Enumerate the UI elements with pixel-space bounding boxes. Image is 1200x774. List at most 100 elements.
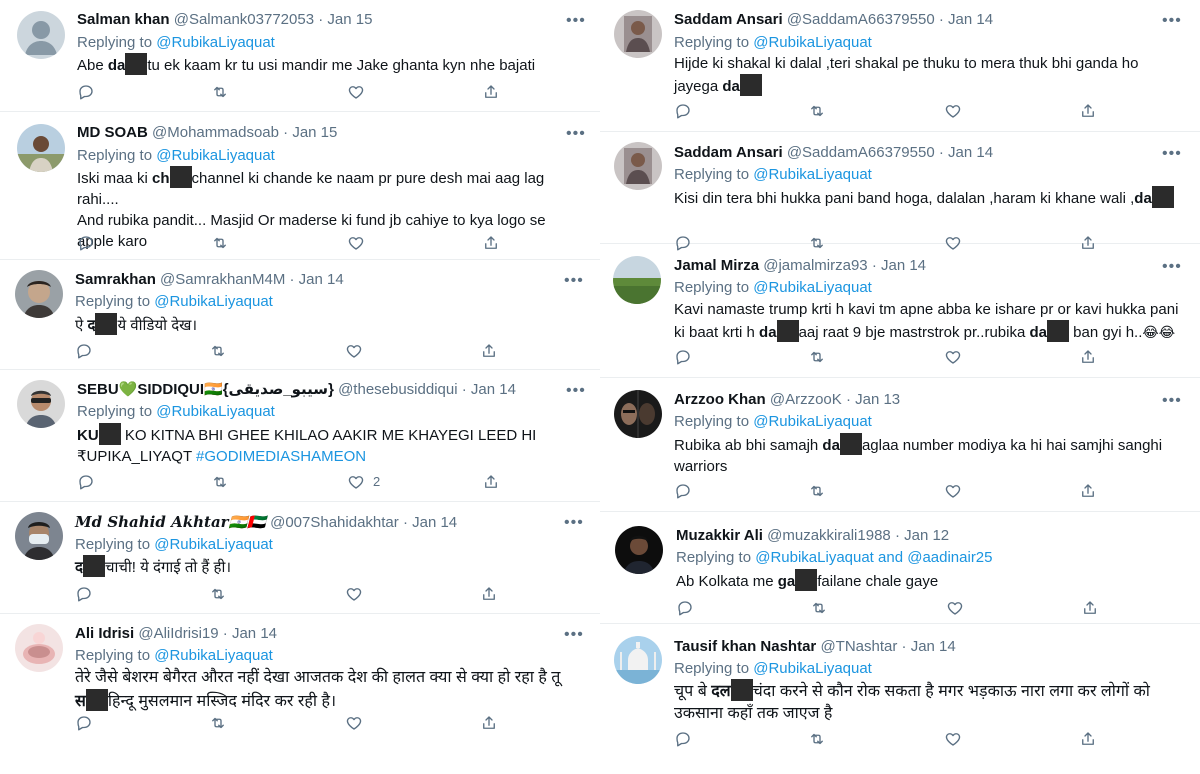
more-icon[interactable]: •••	[1162, 259, 1182, 275]
user-handle[interactable]: @jamalmirza93	[763, 257, 867, 274]
user-handle[interactable]: @thesebusiddiqui	[338, 381, 457, 398]
share-icon[interactable]	[480, 714, 500, 734]
more-icon[interactable]: •••	[564, 273, 584, 289]
mention-link[interactable]: @RubikaLiyaquat	[156, 403, 275, 420]
reply-icon[interactable]	[674, 730, 694, 750]
tweet-date[interactable]: Jan 13	[855, 391, 900, 408]
more-icon[interactable]: •••	[1162, 393, 1182, 409]
share-icon[interactable]	[1079, 730, 1099, 750]
user-handle[interactable]: @muzakkirali1988	[767, 527, 891, 544]
user-handle[interactable]: @Mohammadsoab	[152, 124, 279, 141]
more-icon[interactable]: •••	[1162, 13, 1182, 29]
like-icon[interactable]	[345, 342, 365, 362]
avatar[interactable]	[613, 256, 661, 304]
tweet-date[interactable]: Jan 14	[881, 257, 926, 274]
tweet-date[interactable]: Jan 15	[292, 124, 337, 141]
tweet-date[interactable]: Jan 15	[327, 11, 372, 28]
like-icon[interactable]	[347, 234, 367, 254]
display-name[interactable]: Muzakkir Ali	[676, 527, 763, 544]
more-icon[interactable]: •••	[566, 383, 586, 399]
tweet-date[interactable]: Jan 12	[904, 527, 949, 544]
more-icon[interactable]: •••	[566, 126, 586, 142]
like-icon[interactable]	[944, 482, 964, 502]
share-icon[interactable]	[480, 585, 500, 605]
mention-link[interactable]: @RubikaLiyaquat	[156, 147, 275, 164]
user-handle[interactable]: @007Shahidakhtar	[270, 514, 399, 531]
retweet-icon[interactable]	[209, 342, 229, 362]
retweet-icon[interactable]	[211, 83, 231, 103]
reply-icon[interactable]	[674, 102, 694, 122]
reply-icon[interactable]	[77, 473, 97, 493]
tweet[interactable]: Jamal Mirza @jamalmirza93 · Jan 14 ••• R…	[600, 244, 1200, 378]
tweet[interactable]: Arzzoo Khan @ArzzooK · Jan 13 ••• Replyi…	[600, 378, 1200, 512]
avatar[interactable]	[614, 142, 662, 190]
retweet-icon[interactable]	[209, 714, 229, 734]
share-icon[interactable]	[482, 234, 502, 254]
tweet-date[interactable]: Jan 14	[948, 11, 993, 28]
display-name[interactable]: Salman khan	[77, 11, 170, 28]
user-handle[interactable]: @SaddamA66379550	[787, 11, 935, 28]
mention-link[interactable]: @RubikaLiyaquat	[154, 647, 273, 664]
share-icon[interactable]	[1079, 482, 1099, 502]
more-icon[interactable]: •••	[564, 515, 584, 531]
tweet-date[interactable]: Jan 14	[471, 381, 516, 398]
avatar[interactable]	[17, 380, 65, 428]
reply-icon[interactable]	[77, 83, 97, 103]
like-icon[interactable]	[944, 102, 964, 122]
share-icon[interactable]	[480, 342, 500, 362]
avatar[interactable]	[614, 390, 662, 438]
tweet[interactable]: Samrakhan @SamrakhanM4M · Jan 14 ••• Rep…	[0, 260, 600, 370]
reply-icon[interactable]	[75, 585, 95, 605]
retweet-icon[interactable]	[211, 473, 231, 493]
display-name[interactable]: Arzzoo Khan	[674, 391, 766, 408]
mention-link[interactable]: @RubikaLiyaquat	[753, 413, 872, 430]
like-icon[interactable]	[944, 348, 964, 368]
retweet-icon[interactable]	[808, 730, 828, 750]
avatar[interactable]	[15, 512, 63, 560]
avatar[interactable]	[615, 526, 663, 574]
retweet-icon[interactable]	[808, 102, 828, 122]
mention-link[interactable]: @RubikaLiyaquat	[156, 34, 275, 51]
more-icon[interactable]: •••	[1162, 146, 1182, 162]
share-icon[interactable]	[482, 83, 502, 103]
user-handle[interactable]: @TNashtar	[820, 638, 897, 655]
like-icon[interactable]: 2	[347, 473, 380, 493]
share-icon[interactable]	[1079, 348, 1099, 368]
like-icon[interactable]	[347, 83, 367, 103]
reply-icon[interactable]	[674, 348, 694, 368]
mention-link[interactable]: @RubikaLiyaquat	[753, 660, 872, 677]
tweet[interactable]: Saddam Ansari @SaddamA66379550 · Jan 14 …	[600, 132, 1200, 251]
avatar[interactable]	[614, 636, 662, 684]
hashtag-link[interactable]: #GODIMEDIASHAMEON	[196, 448, 366, 465]
share-icon[interactable]	[1081, 599, 1101, 619]
mention-link[interactable]: @RubikaLiyaquat	[753, 34, 872, 51]
display-name[interactable]: Saddam Ansari	[674, 11, 783, 28]
reply-icon[interactable]	[75, 342, 95, 362]
display-name[interactable]: SEBU💚SIDDIQUI🇮🇳{سیبو_صدیقی}	[77, 381, 334, 398]
like-icon[interactable]	[946, 599, 966, 619]
display-name[interactable]: Saddam Ansari	[674, 144, 783, 161]
avatar[interactable]	[614, 10, 662, 58]
mention-link[interactable]: @RubikaLiyaquat	[154, 536, 273, 553]
tweet[interactable]: SEBU💚SIDDIQUI🇮🇳{سیبو_صدیقی} @thesebusidd…	[0, 370, 600, 502]
mention-link[interactable]: @RubikaLiyaquat	[753, 279, 872, 296]
display-name[interactable]: MD SOAB	[77, 124, 148, 141]
mention-link[interactable]: @RubikaLiyaquat	[753, 166, 872, 183]
like-icon[interactable]	[345, 714, 365, 734]
avatar[interactable]	[15, 270, 63, 318]
display-name[interactable]: Tausif khan Nashtar	[674, 638, 816, 655]
more-icon[interactable]: •••	[564, 627, 584, 643]
retweet-icon[interactable]	[810, 599, 830, 619]
mention-link[interactable]: @RubikaLiyaquat	[154, 293, 273, 310]
avatar[interactable]	[17, 11, 65, 59]
retweet-icon[interactable]	[808, 482, 828, 502]
mention-link[interactable]: @RubikaLiyaquat and @aadinair25	[755, 549, 992, 566]
retweet-icon[interactable]	[209, 585, 229, 605]
tweet-date[interactable]: Jan 14	[232, 625, 277, 642]
tweet[interactable]: Ali Idrisi @AliIdrisi19 · Jan 14 ••• Rep…	[0, 614, 600, 774]
tweet[interactable]: 𝑴𝒅 𝑺𝒉𝒂𝒉𝒊𝒅 𝑨𝒌𝒉𝒕𝒂𝒓🇮🇳🇦🇪 @007Shahidakhtar · …	[0, 502, 600, 614]
avatar[interactable]	[15, 624, 63, 672]
display-name[interactable]: Ali Idrisi	[75, 625, 134, 642]
tweet-date[interactable]: Jan 14	[412, 514, 457, 531]
tweet[interactable]: Saddam Ansari @SaddamA66379550 · Jan 14 …	[600, 0, 1200, 132]
